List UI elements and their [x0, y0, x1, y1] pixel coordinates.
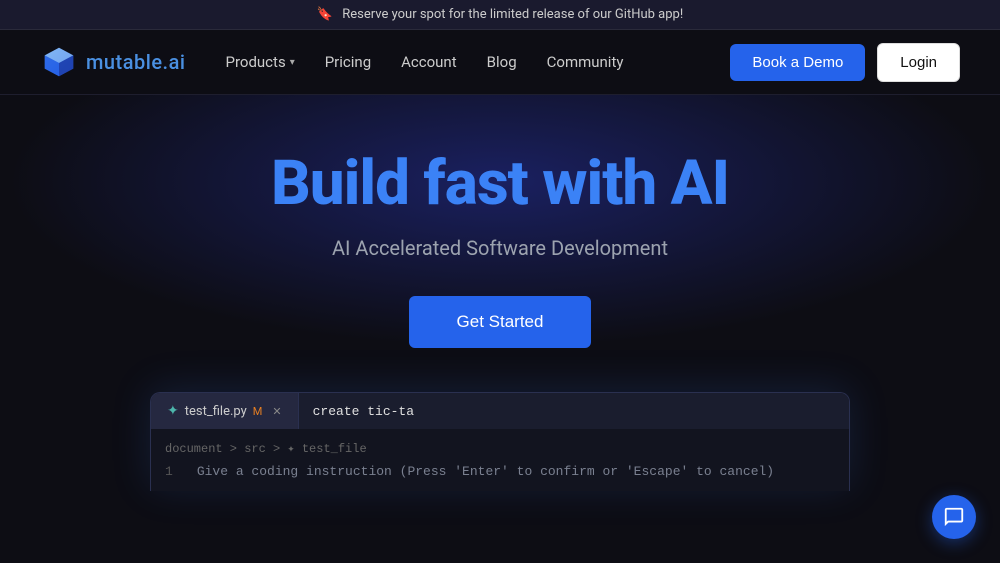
tab-filename: test_file.py: [185, 404, 247, 419]
chevron-down-icon: ▾: [290, 57, 295, 68]
editor-breadcrumb: document > src > ✦ test_file: [165, 441, 835, 456]
editor-tab: ✦ test_file.py M ✕: [151, 393, 299, 429]
nav-actions: Book a Demo Login: [730, 43, 960, 82]
logo-text: mutable.ai: [86, 50, 186, 74]
bookmark-icon: 🔖: [317, 7, 333, 22]
hero-title: Build fast with AI: [271, 150, 729, 218]
editor-header: ✦ test_file.py M ✕: [151, 393, 849, 429]
nav-community[interactable]: Community: [547, 53, 624, 71]
nav-account[interactable]: Account: [401, 53, 457, 71]
chat-bubble-button[interactable]: [932, 495, 976, 539]
editor-body: document > src > ✦ test_file 1 Give a co…: [151, 429, 849, 491]
navbar: mutable.ai Products ▾ Pricing Account Bl…: [0, 30, 1000, 95]
logo[interactable]: mutable.ai: [40, 43, 186, 81]
close-tab-icon[interactable]: ✕: [272, 405, 281, 418]
chat-icon: [943, 506, 965, 528]
get-started-button[interactable]: Get Started: [409, 296, 592, 348]
nav-pricing[interactable]: Pricing: [325, 53, 371, 71]
editor-preview: ✦ test_file.py M ✕ document > src > ✦ te…: [150, 392, 850, 491]
logo-main: mutable: [86, 50, 163, 74]
line-number: 1: [165, 464, 173, 479]
modified-indicator: M: [253, 405, 263, 418]
banner-text: Reserve your spot for the limited releas…: [342, 7, 683, 22]
nav-products[interactable]: Products ▾: [226, 53, 295, 71]
logo-icon: [40, 43, 78, 81]
nav-links: Products ▾ Pricing Account Blog Communit…: [226, 53, 731, 71]
gear-icon: ✦: [167, 403, 179, 419]
editor-input-area[interactable]: [299, 393, 849, 429]
book-demo-button[interactable]: Book a Demo: [730, 44, 865, 81]
nav-blog[interactable]: Blog: [487, 53, 517, 71]
hero-section: Build fast with AI AI Accelerated Softwa…: [0, 95, 1000, 525]
top-banner: 🔖 Reserve your spot for the limited rele…: [0, 0, 1000, 30]
hero-subtitle: AI Accelerated Software Development: [332, 236, 668, 260]
coding-instruction-input[interactable]: [313, 404, 835, 419]
editor-hint-text: Give a coding instruction (Press 'Enter'…: [187, 464, 774, 479]
logo-ai: ai: [169, 50, 186, 74]
login-button[interactable]: Login: [877, 43, 960, 82]
breadcrumb-text: document > src > ✦ test_file: [165, 442, 367, 456]
